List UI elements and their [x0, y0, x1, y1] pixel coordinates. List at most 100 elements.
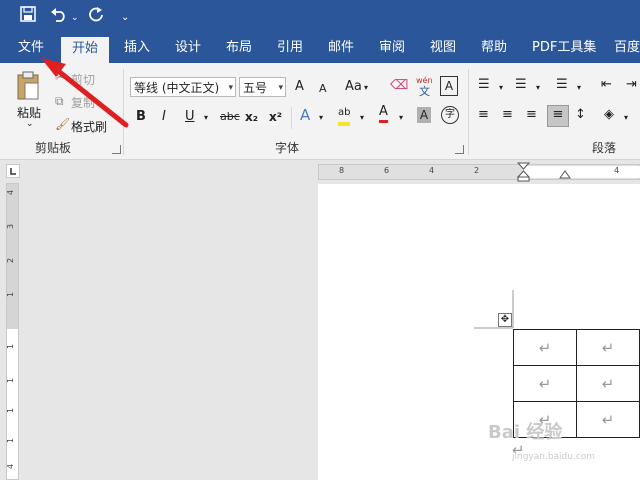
align-center-icon[interactable]: ≡	[502, 106, 513, 124]
font-size-select[interactable]: 五号 ▾	[239, 77, 286, 97]
save-icon[interactable]	[20, 6, 36, 27]
strikethrough-button[interactable]: abc	[220, 108, 240, 126]
scissors-icon: ✂	[55, 70, 66, 84]
align-left-icon[interactable]: ≡	[478, 106, 489, 124]
clear-formatting-icon[interactable]: ⌫	[390, 77, 408, 95]
tab-home[interactable]: 开始	[61, 37, 110, 63]
phonetic-guide-button[interactable]: 文	[419, 83, 430, 101]
ruler-number: 3	[6, 223, 16, 230]
customize-icon[interactable]: ⌄	[121, 8, 129, 28]
ruler-number: 1	[6, 291, 16, 298]
superscript-button[interactable]: x²	[269, 108, 282, 126]
chevron-down-icon: ▾	[228, 83, 233, 93]
ruler-number: 4	[614, 166, 620, 175]
text-effects-button[interactable]: A	[300, 106, 310, 124]
subscript-button[interactable]: x₂	[245, 108, 258, 126]
ruler-number: 8	[339, 166, 345, 175]
enclose-characters-button[interactable]: 字	[441, 106, 459, 124]
line-spacing-icon[interactable]: ↕	[575, 106, 586, 124]
character-shading-button[interactable]: A	[417, 107, 431, 123]
tab-selector-icon[interactable]	[6, 164, 20, 178]
copy-icon: ⧉	[55, 94, 64, 108]
change-case-button[interactable]: Aa	[345, 78, 362, 96]
ruler-margin	[7, 184, 18, 329]
shrink-font-button[interactable]: A	[319, 80, 327, 98]
ruler-number: 4	[6, 463, 16, 470]
table-row: ↵ ↵	[513, 365, 640, 402]
tab-review[interactable]: 审阅	[379, 33, 405, 63]
paste-icon[interactable]	[16, 71, 40, 104]
bold-button[interactable]: B	[136, 108, 146, 126]
undo-icon[interactable]	[50, 6, 68, 27]
bullets-icon[interactable]: ☰	[478, 76, 490, 94]
font-launcher-icon[interactable]	[455, 145, 464, 154]
chevron-down-icon[interactable]: ▾	[319, 109, 323, 127]
tab-view[interactable]: 视图	[430, 33, 456, 63]
ribbon-tabs: 文件 开始 插入 设计 布局 引用 邮件 审阅 视图 帮助 PDF工具集 百度	[0, 33, 640, 63]
ruler-number: 1	[6, 377, 16, 384]
multilevel-list-icon[interactable]: ☰	[556, 76, 568, 94]
format-painter-icon: 🖌	[55, 117, 71, 131]
justify-icon[interactable]: ≡	[547, 105, 569, 127]
ruler-number: 1	[6, 407, 16, 414]
font-name-select[interactable]: 等线 (中文正文) ▾	[130, 77, 236, 97]
copy-button[interactable]: 复制	[71, 94, 95, 111]
tab-design[interactable]: 设计	[175, 33, 201, 63]
table-cell[interactable]: ↵	[576, 365, 640, 402]
numbering-icon[interactable]: ☰	[515, 76, 527, 94]
tab-mailings[interactable]: 邮件	[328, 33, 354, 63]
ruler-number: 1	[6, 437, 16, 444]
vertical-ruler[interactable]: 4 3 2 1 1 1 1 1 4	[6, 183, 19, 480]
table-move-handle-icon[interactable]: ✥	[498, 313, 512, 327]
chevron-down-icon[interactable]: ▾	[399, 109, 403, 127]
chevron-down-icon[interactable]: ▾	[577, 79, 581, 97]
align-right-icon[interactable]: ≡	[526, 106, 537, 124]
table-row: ↵ ↵	[513, 329, 640, 366]
character-border-button[interactable]: A	[440, 76, 458, 96]
chevron-down-icon[interactable]: ▾	[536, 79, 540, 97]
right-indent-marker-icon[interactable]	[559, 168, 571, 179]
highlight-button[interactable]: ab	[338, 104, 351, 126]
grow-font-button[interactable]: A	[295, 78, 304, 96]
chevron-down-icon[interactable]: ▾	[360, 109, 364, 127]
indent-marker-icon[interactable]	[517, 162, 531, 182]
shading-icon[interactable]: ◈	[604, 106, 614, 124]
tab-insert[interactable]: 插入	[124, 33, 150, 63]
paragraph-group-label: 段落	[592, 141, 617, 155]
chevron-down-icon[interactable]: ▾	[624, 109, 628, 127]
chevron-down-icon[interactable]: ▾	[499, 79, 503, 97]
undo-dropdown-icon[interactable]: ⌄	[71, 8, 79, 28]
table-cell[interactable]: ↵	[513, 329, 577, 366]
tab-file[interactable]: 文件	[18, 33, 44, 63]
group-separator	[468, 69, 469, 155]
cut-button[interactable]: 剪切	[71, 71, 95, 88]
tab-layout[interactable]: 布局	[226, 33, 252, 63]
table-cell[interactable]: ↵	[576, 329, 640, 366]
increase-indent-icon[interactable]: ⇥	[626, 76, 637, 94]
format-painter-button[interactable]: 格式刷	[71, 118, 107, 135]
redo-icon[interactable]	[88, 6, 104, 27]
tab-references[interactable]: 引用	[277, 33, 303, 63]
ruler-text-area	[524, 166, 640, 178]
decrease-indent-icon[interactable]: ⇤	[601, 76, 612, 94]
chevron-down-icon[interactable]: ▾	[204, 109, 208, 127]
ruler-number: 1	[6, 343, 16, 350]
ribbon: 粘贴 ⌄ ✂ 剪切 ⧉ 复制 🖌 格式刷 剪贴板 等线 (中文正文) ▾ 五号 ▾ …	[0, 63, 640, 160]
tab-pdf-tools[interactable]: PDF工具集	[532, 33, 596, 63]
font-color-button[interactable]: A	[379, 104, 388, 123]
clipboard-launcher-icon[interactable]	[112, 145, 121, 154]
ruler-number: 2	[474, 166, 480, 175]
font-size-value: 五号	[243, 81, 268, 95]
paste-dropdown-icon[interactable]: ⌄	[26, 119, 34, 129]
horizontal-ruler[interactable]: 8 6 4 2 4	[318, 162, 640, 182]
tab-help[interactable]: 帮助	[481, 33, 507, 63]
chevron-down-icon[interactable]: ▾	[364, 79, 368, 97]
tab-baidu[interactable]: 百度	[614, 33, 640, 63]
italic-button[interactable]: I	[162, 108, 166, 126]
table-cell[interactable]: ↵	[576, 401, 640, 438]
underline-button[interactable]: U	[185, 108, 195, 126]
table-cell[interactable]: ↵	[513, 365, 577, 402]
quick-access-toolbar: ⌄ ⌄	[0, 0, 640, 33]
group-separator	[291, 107, 292, 129]
clipboard-group-label: 剪贴板	[35, 141, 72, 155]
